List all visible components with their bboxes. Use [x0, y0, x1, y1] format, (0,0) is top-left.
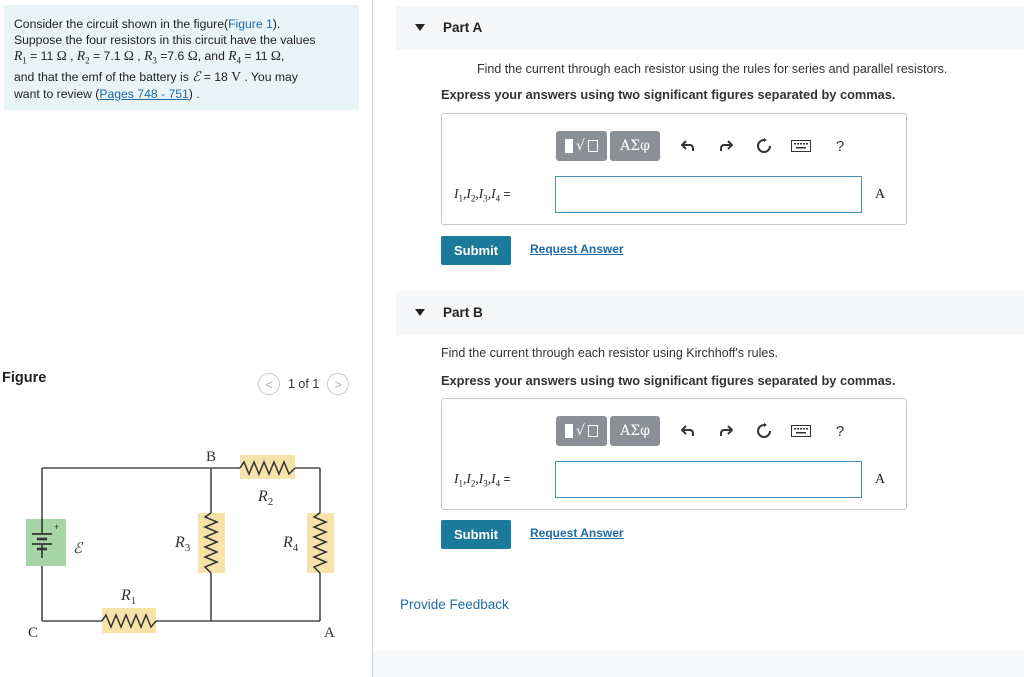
- pages-link[interactable]: Pages 748 - 751: [99, 87, 188, 101]
- r2-label: R2: [257, 488, 273, 508]
- reset-icon[interactable]: [754, 131, 774, 161]
- keyboard-icon[interactable]: [790, 131, 812, 161]
- part-b-answer-box: √ ΑΣφ ? I1,I2,I3,I4 = A: [441, 398, 907, 510]
- battery-highlight: [26, 519, 66, 566]
- figure-pager: < 1 of 1 >: [258, 372, 350, 396]
- problem-line-1: Consider the circuit shown in the figure…: [14, 17, 281, 31]
- node-b-label: B: [206, 449, 216, 465]
- part-a-unit: A: [875, 187, 886, 202]
- part-b-format: Express your answers using two significa…: [441, 373, 896, 388]
- part-a-instruction: Find the current through each resistor u…: [477, 62, 948, 76]
- node-c-label: C: [28, 625, 38, 641]
- part-b-request-answer-link[interactable]: Request Answer: [530, 526, 624, 540]
- part-a-submit-button[interactable]: Submit: [441, 236, 511, 265]
- part-b-title: Part B: [443, 305, 483, 320]
- greek-symbols-icon[interactable]: ΑΣφ: [610, 131, 660, 161]
- part-b-submit-button[interactable]: Submit: [441, 520, 511, 549]
- part-a-answer-label: I1,I2,I3,I4 =: [454, 186, 511, 204]
- redo-icon[interactable]: [716, 416, 736, 446]
- problem-line-4: and that the emf of the battery is ℰ = 1…: [14, 69, 298, 85]
- collapse-triangle-icon[interactable]: [415, 309, 425, 316]
- undo-icon[interactable]: [678, 416, 698, 446]
- part-a-format: Express your answers using two significa…: [441, 87, 896, 102]
- r3-label: R3: [174, 534, 191, 554]
- bottom-band: [373, 650, 1024, 677]
- battery-plus: +: [54, 522, 59, 532]
- part-a-header[interactable]: Part A: [396, 6, 1024, 50]
- next-figure-button[interactable]: >: [327, 373, 350, 395]
- problem-line-2: Suppose the four resistors in this circu…: [14, 33, 316, 48]
- figure-link[interactable]: Figure 1: [228, 17, 273, 31]
- r1-label: R1: [120, 587, 136, 607]
- greek-symbols-icon[interactable]: ΑΣφ: [610, 416, 660, 446]
- help-icon[interactable]: ?: [832, 131, 848, 161]
- left-panel: Consider the circuit shown in the figure…: [0, 0, 372, 677]
- part-b-answer-label: I1,I2,I3,I4 =: [454, 471, 511, 489]
- provide-feedback-link[interactable]: Provide Feedback: [400, 597, 509, 612]
- pager-text: 1 of 1: [288, 377, 320, 391]
- part-b-instruction: Find the current through each resistor u…: [441, 346, 779, 360]
- part-a-answer-box: √ ΑΣφ ? I1,I2,I3,I4 = A: [441, 113, 907, 225]
- node-a-label: A: [324, 625, 335, 641]
- part-b-unit: A: [875, 472, 886, 487]
- part-a-title: Part A: [443, 20, 483, 35]
- problem-statement: Consider the circuit shown in the figure…: [4, 5, 359, 110]
- figure-heading: Figure: [2, 370, 47, 386]
- part-b-answer-input[interactable]: [555, 461, 862, 498]
- part-a-toolbar: √ ΑΣφ: [556, 131, 660, 161]
- panel-divider: [372, 0, 373, 677]
- part-a-answer-input[interactable]: [555, 176, 862, 213]
- part-a-request-answer-link[interactable]: Request Answer: [530, 242, 624, 256]
- part-b-header[interactable]: Part B: [396, 291, 1024, 335]
- r4-label: R4: [282, 534, 299, 554]
- redo-icon[interactable]: [716, 131, 736, 161]
- problem-line-3: R1 = 11 Ω , R2 = 7.1 Ω , R3 =7.6 Ω, and …: [14, 48, 285, 67]
- template-icon[interactable]: √: [556, 131, 607, 161]
- circuit-diagram: + ℰ R2 R3 R4 R1 B C A: [26, 449, 335, 641]
- help-icon[interactable]: ?: [832, 416, 848, 446]
- part-b-toolbar: √ ΑΣφ: [556, 416, 660, 446]
- keyboard-icon[interactable]: [790, 416, 812, 446]
- collapse-triangle-icon[interactable]: [415, 24, 425, 31]
- prev-figure-button[interactable]: <: [258, 373, 280, 395]
- undo-icon[interactable]: [678, 131, 698, 161]
- chevron-right-icon: >: [334, 376, 343, 392]
- emf-label: ℰ: [73, 541, 84, 557]
- template-icon[interactable]: √: [556, 416, 607, 446]
- problem-line-5: want to review (Pages 748 - 751) .: [14, 86, 200, 101]
- chevron-left-icon: <: [265, 376, 273, 392]
- reset-icon[interactable]: [754, 416, 774, 446]
